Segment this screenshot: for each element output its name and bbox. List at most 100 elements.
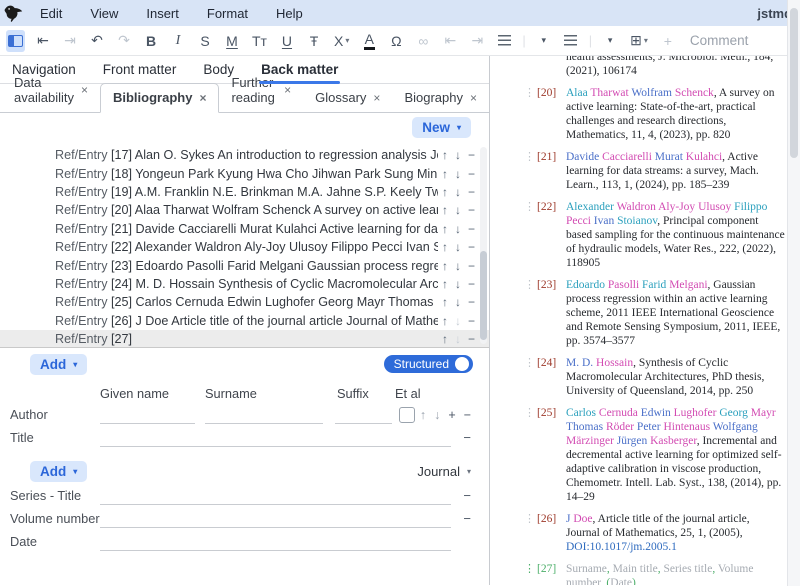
ref-entry-row[interactable]: Ref/Entry[25] Carlos Cernuda Edwin Lugho… — [0, 293, 489, 311]
new-button[interactable]: New ▾ — [412, 117, 471, 138]
underline-icon[interactable]: U — [278, 30, 296, 52]
move-down-icon[interactable]: ↓ — [455, 259, 461, 273]
section-tab-biography[interactable]: Biography× — [392, 84, 489, 112]
section-tab-glossary[interactable]: Glossary× — [303, 84, 392, 112]
tab-body[interactable]: Body — [203, 56, 234, 83]
overline-icon[interactable]: Ŧ — [305, 30, 323, 52]
move-up-icon[interactable]: ↑ — [442, 148, 448, 162]
window-scrollbar[interactable] — [787, 0, 800, 586]
mark-icon[interactable]: M — [223, 30, 241, 52]
ref-entry-row[interactable]: Ref/Entry[19] A.M. Franklin N.E. Brinkma… — [0, 183, 489, 201]
app-logo-bird-icon[interactable] — [2, 2, 26, 24]
drag-handle-icon[interactable]: ⋮ — [524, 512, 537, 554]
menu-help[interactable]: Help — [262, 6, 317, 21]
comment-label[interactable]: Comment — [690, 33, 749, 48]
font-color-icon[interactable]: A — [360, 30, 378, 52]
tab-back-matter[interactable]: Back matter — [261, 56, 338, 83]
move-up-icon[interactable]: ↑ — [442, 295, 448, 309]
menu-edit[interactable]: Edit — [26, 6, 76, 21]
move-down-icon[interactable]: ↓ — [455, 203, 461, 217]
ref-entry-row[interactable]: Ref/Entry[23] Edoardo Pasolli Farid Melg… — [0, 256, 489, 274]
move-up-icon[interactable]: ↑ — [442, 259, 448, 273]
list-scrollbar-thumb[interactable] — [480, 251, 487, 340]
add-publication-field-button[interactable]: Add ▾ — [30, 461, 87, 482]
move-up-icon[interactable]: ↑ — [420, 408, 426, 422]
remove-row-icon[interactable]: − — [468, 240, 475, 254]
numbered-list-options-icon[interactable]: ▾ — [601, 30, 619, 52]
ref-entry-row[interactable]: Ref/Entry[26] J Doe Article title of the… — [0, 312, 489, 330]
ref-entry-row[interactable]: Ref/Entry[27]↑↓− — [0, 330, 489, 348]
ref-entry-row[interactable]: Ref/Entry[24] M. D. Hossain Synthesis of… — [0, 275, 489, 293]
close-tab-icon[interactable]: × — [81, 83, 88, 97]
drag-handle-icon[interactable]: ⋮ — [524, 200, 537, 270]
table-icon[interactable]: ⊞▾ — [628, 30, 650, 52]
strikethrough-icon[interactable]: S — [196, 30, 214, 52]
go-first-icon[interactable]: ⇤ — [34, 30, 52, 52]
list-scrollbar[interactable] — [480, 147, 487, 344]
remove-row-icon[interactable]: − — [468, 222, 475, 236]
remove-title-icon[interactable]: − — [463, 430, 471, 447]
remove-row-icon[interactable]: − — [468, 203, 475, 217]
move-down-icon[interactable]: ↓ — [455, 148, 461, 162]
drag-handle-icon[interactable]: ⋮ — [524, 278, 537, 348]
close-tab-icon[interactable]: × — [199, 91, 206, 105]
drag-handle-icon[interactable]: ⋮ — [524, 150, 537, 192]
remove-row-icon[interactable]: − — [468, 148, 475, 162]
section-tab-bibliography[interactable]: Bibliography× — [100, 83, 219, 113]
special-character-icon[interactable]: Ω — [387, 30, 405, 52]
move-up-icon[interactable]: ↑ — [442, 167, 448, 181]
suffix-input[interactable] — [335, 407, 392, 424]
bullet-list-icon[interactable] — [495, 30, 513, 52]
remove-row-icon[interactable]: − — [468, 332, 475, 346]
remove-row-icon[interactable]: − — [468, 259, 475, 273]
tab-front-matter[interactable]: Front matter — [103, 56, 177, 83]
date-input[interactable] — [100, 534, 451, 551]
move-down-icon[interactable]: ↓ — [455, 185, 461, 199]
move-up-icon[interactable]: ↑ — [442, 332, 448, 346]
move-up-icon[interactable]: ↑ — [442, 240, 448, 254]
given-name-input[interactable] — [100, 407, 195, 424]
drag-handle-icon[interactable]: ⋮ — [524, 562, 537, 585]
move-down-icon[interactable]: ↓ — [455, 167, 461, 181]
sidebar-toggle-icon[interactable] — [6, 30, 25, 52]
menu-view[interactable]: View — [76, 6, 132, 21]
ref-entry-row[interactable]: Ref/Entry[21] Davide Cacciarelli Murat K… — [0, 220, 489, 238]
move-up-icon[interactable]: ↑ — [442, 203, 448, 217]
move-up-icon[interactable]: ↑ — [442, 314, 448, 328]
ref-entry-row[interactable]: Ref/Entry[18] Yongeun Park Kyung Hwa Cho… — [0, 164, 489, 182]
italic-icon[interactable]: I — [169, 30, 187, 52]
drag-handle-icon[interactable]: ⋮ — [524, 406, 537, 504]
add-author-icon[interactable]: + — [448, 408, 455, 422]
move-up-icon[interactable]: ↑ — [442, 277, 448, 291]
move-up-icon[interactable]: ↑ — [442, 222, 448, 236]
bold-icon[interactable]: B — [142, 30, 160, 52]
volume-number-input[interactable] — [100, 511, 451, 528]
drag-handle-icon[interactable]: ⋮ — [524, 86, 537, 142]
menu-insert[interactable]: Insert — [132, 6, 193, 21]
publication-type-dropdown[interactable]: Journal ▾ — [417, 464, 471, 479]
structured-toggle[interactable]: Structured — [384, 355, 473, 373]
bullet-list-options-icon[interactable]: ▾ — [535, 30, 553, 52]
surname-input[interactable] — [205, 407, 323, 424]
move-down-icon[interactable]: ↓ — [455, 295, 461, 309]
close-tab-icon[interactable]: × — [373, 91, 380, 105]
remove-author-icon[interactable]: − — [464, 408, 471, 422]
move-down-icon[interactable]: ↓ — [455, 240, 461, 254]
drag-handle-icon[interactable]: ⋮ — [524, 356, 537, 398]
numbered-list-icon[interactable] — [562, 30, 580, 52]
small-caps-icon[interactable]: Tᴛ — [250, 30, 269, 52]
tab-navigation[interactable]: Navigation — [12, 56, 76, 83]
remove-row-icon[interactable]: − — [468, 295, 475, 309]
remove-field-icon[interactable]: − — [463, 511, 471, 528]
ref-entry-row[interactable]: Ref/Entry[22] Alexander Waldron Aly-Joy … — [0, 238, 489, 256]
window-scrollbar-thumb[interactable] — [790, 8, 798, 158]
add-field-button[interactable]: Add ▾ — [30, 354, 87, 375]
move-down-icon[interactable]: ↓ — [455, 277, 461, 291]
script-icon[interactable]: X▾ — [332, 30, 351, 52]
move-down-icon[interactable]: ↓ — [455, 222, 461, 236]
menu-format[interactable]: Format — [193, 6, 262, 21]
remove-row-icon[interactable]: − — [468, 277, 475, 291]
etal-checkbox[interactable] — [399, 407, 415, 423]
move-up-icon[interactable]: ↑ — [442, 185, 448, 199]
remove-row-icon[interactable]: − — [468, 167, 475, 181]
